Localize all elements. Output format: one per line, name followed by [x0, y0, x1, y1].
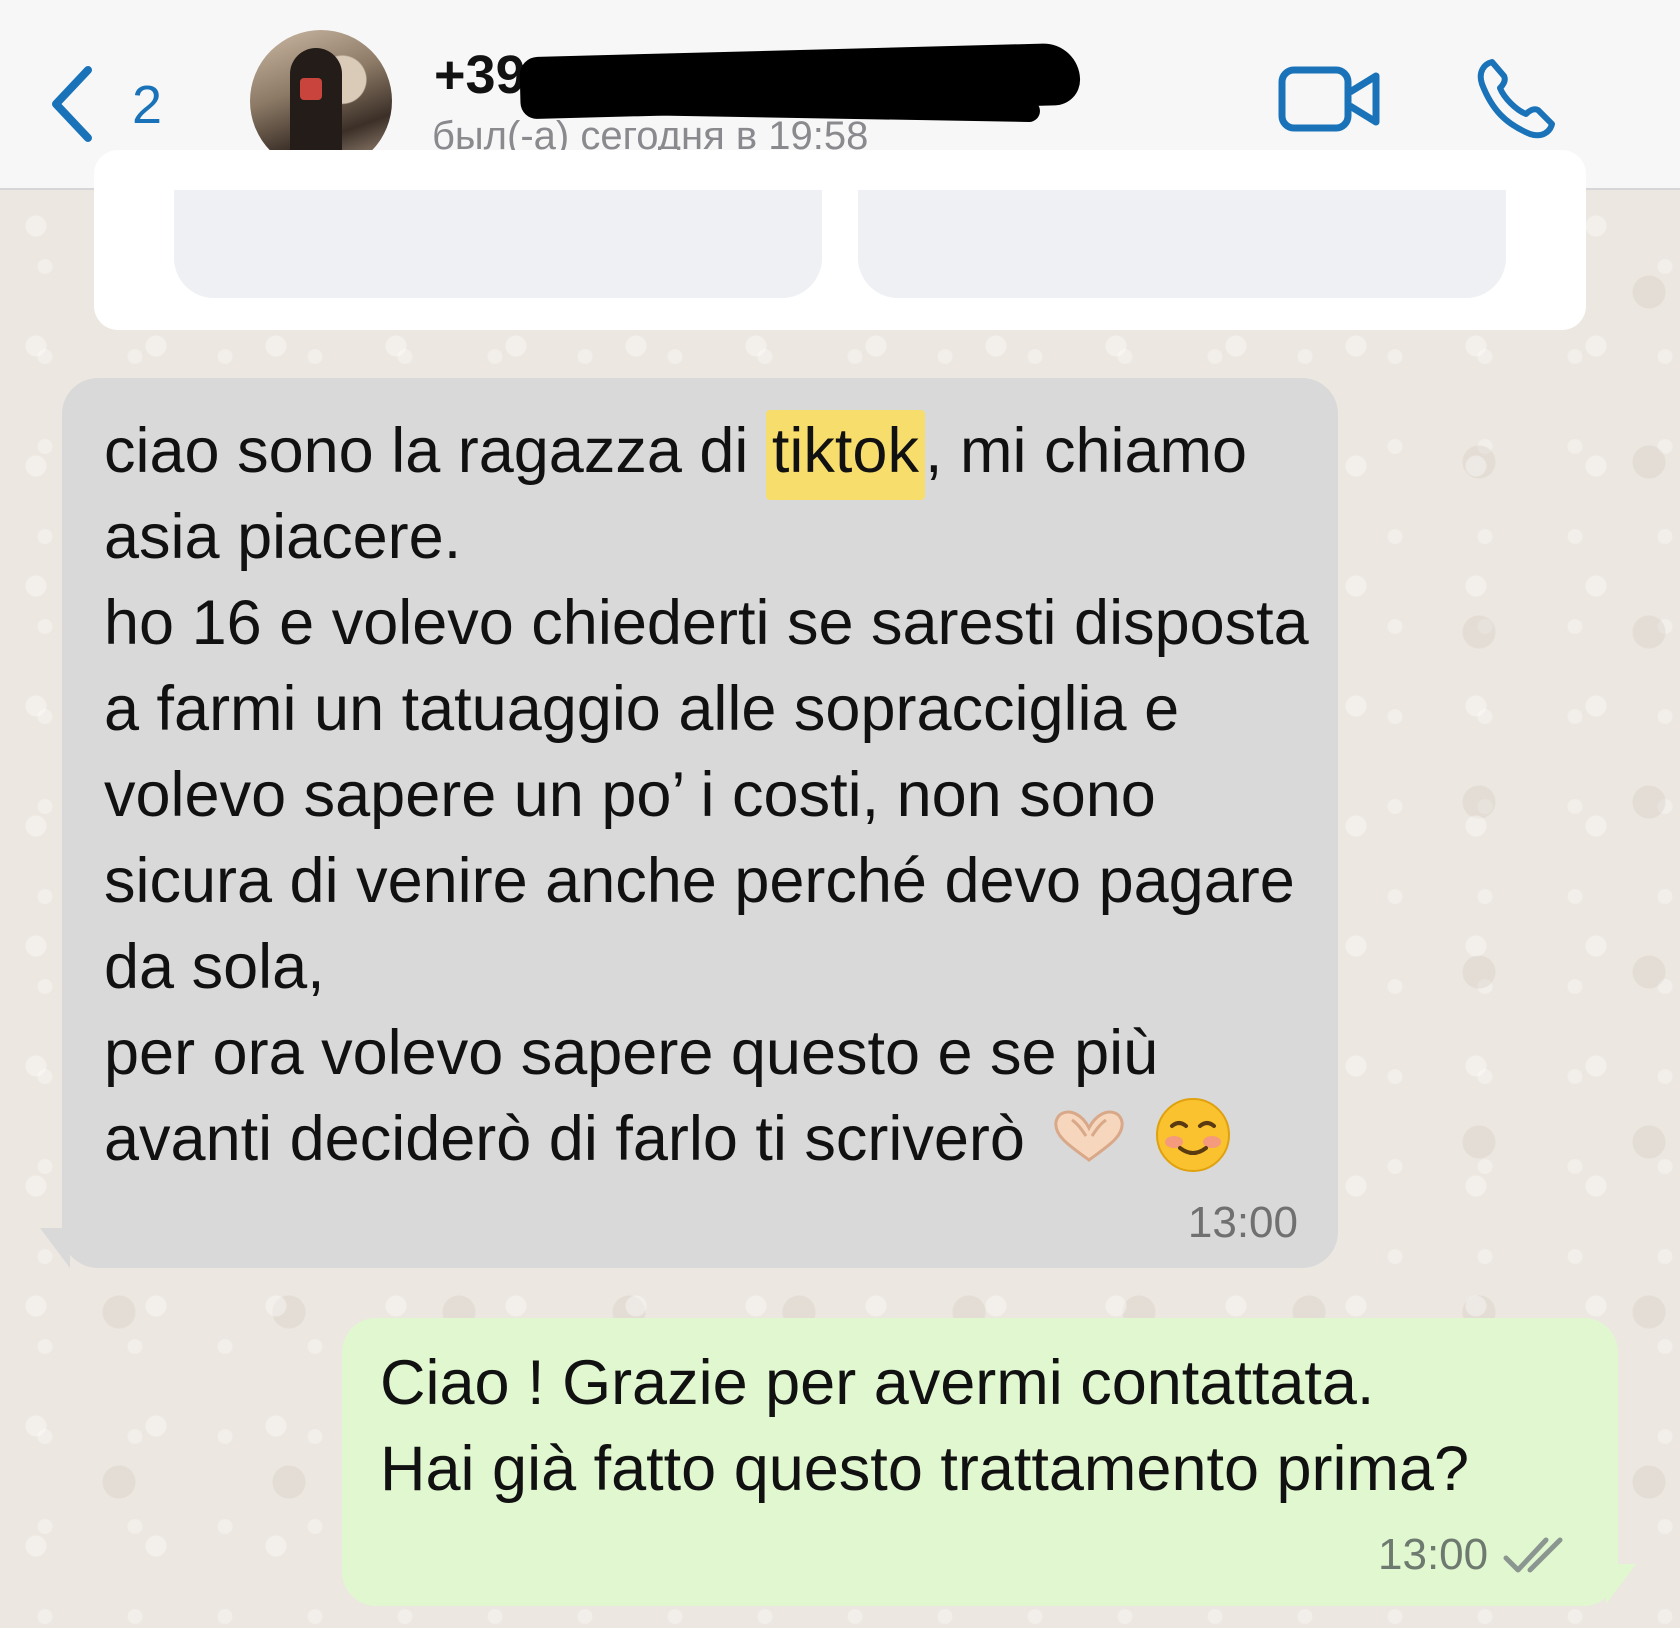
back-button[interactable]: 2 [44, 60, 184, 142]
contact-name[interactable]: +39 [434, 44, 526, 106]
incoming-message-text: ciao sono la ragazza di tiktok, mi chiam… [104, 408, 1314, 1182]
phone-icon [1477, 59, 1555, 139]
video-call-button[interactable] [1278, 64, 1382, 134]
video-camera-icon [1278, 66, 1380, 132]
smiling-face-emoji-icon [1154, 1096, 1232, 1174]
search-highlight: tiktok [765, 410, 925, 500]
outgoing-message[interactable]: Ciao ! Grazie per avermi contattata. Hai… [342, 1318, 1618, 1606]
message-timestamp: 13:00 [1378, 1530, 1489, 1579]
previous-message-card [94, 150, 1586, 330]
double-check-icon [1503, 1537, 1563, 1573]
voice-call-button[interactable] [1474, 56, 1558, 140]
incoming-message[interactable]: ciao sono la ragazza di tiktok, mi chiam… [62, 378, 1338, 1268]
card-button[interactable] [174, 190, 822, 298]
unread-count: 2 [132, 75, 163, 135]
card-button[interactable] [858, 190, 1506, 298]
chevron-left-icon [52, 66, 92, 142]
outgoing-message-text: Ciao ! Grazie per avermi contattata. Hai… [380, 1348, 1470, 1504]
message-timestamp: 13:00 [1187, 1198, 1298, 1247]
heart-hands-emoji-icon [1050, 1100, 1128, 1162]
